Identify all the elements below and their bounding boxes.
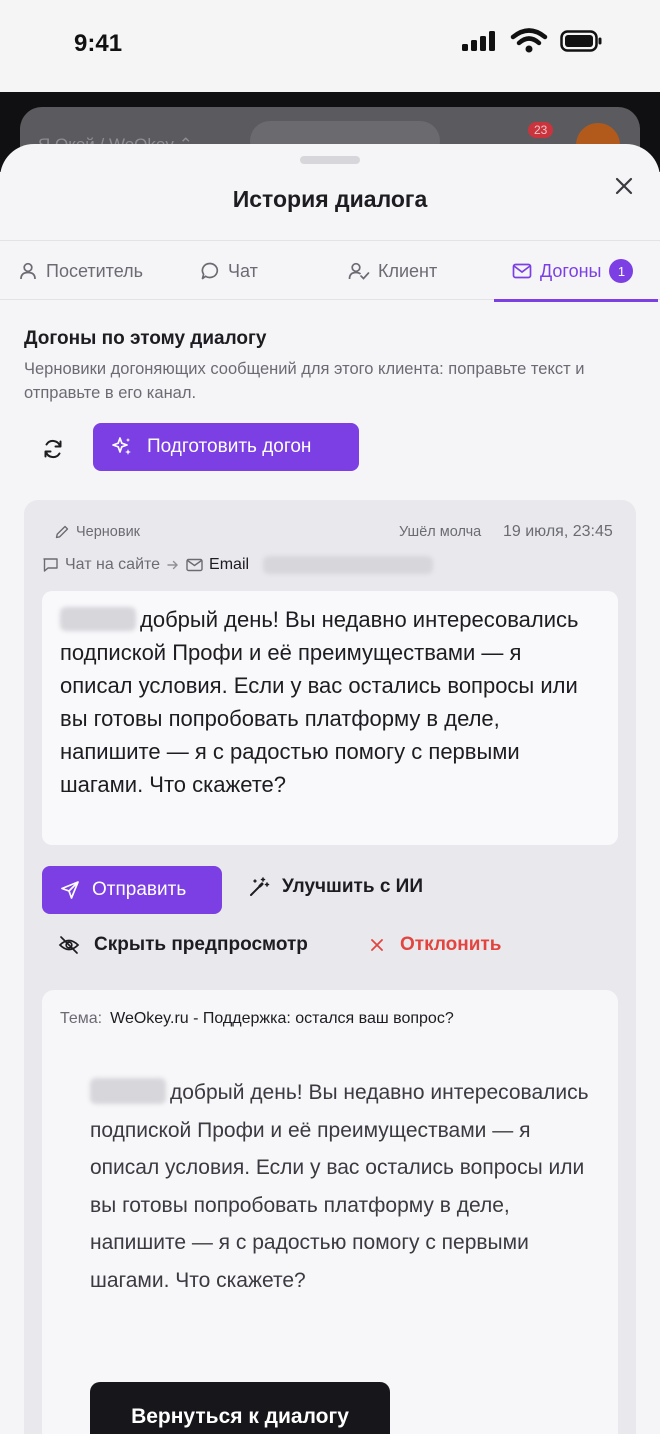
tab-followups[interactable]: Догоны 1: [494, 241, 658, 302]
email-preview: Тема: WeOkey.ru - Поддержка: остался ваш…: [42, 990, 618, 1434]
sparkles-icon: [112, 437, 131, 455]
draft-message-text: добрый день! Вы недавно интересовались п…: [60, 607, 579, 797]
mail-icon: [512, 263, 532, 279]
draft-status-label: Черновик: [76, 524, 141, 540]
sheet-grabber[interactable]: [300, 156, 360, 164]
email-subject-label: Тема:: [60, 1010, 103, 1027]
status-icons: [462, 28, 602, 54]
cellular-signal-icon: [462, 31, 495, 51]
return-to-dialog-button[interactable]: Вернуться к диалогу: [90, 1382, 390, 1434]
hide-preview-button[interactable]: Скрыть предпросмотр: [58, 934, 308, 956]
send-button[interactable]: Отправить: [42, 866, 222, 914]
recipient-email-redacted: [263, 556, 434, 574]
client-name-redacted: [60, 607, 136, 631]
dialog-history-sheet: История диалога Посетитель Чат Клиент До…: [0, 144, 660, 1434]
draft-outcome: Ушёл молча: [399, 524, 482, 540]
tab-visitor[interactable]: Посетитель: [18, 241, 200, 301]
close-icon: [371, 939, 383, 951]
channel-route: Чат на сайте Email: [42, 556, 434, 574]
email-subject-row: Тема: WeOkey.ru - Поддержка: остался ваш…: [60, 1010, 454, 1028]
magic-wand-icon: [250, 877, 270, 896]
email-body-text: добрый день! Вы недавно интересовались п…: [90, 1081, 589, 1292]
improve-with-ai-label: Улучшить с ИИ: [282, 876, 423, 897]
arrow-right-icon: [167, 560, 179, 570]
status-time: 9:41: [74, 30, 123, 57]
send-button-label: Отправить: [92, 879, 187, 900]
chat-square-icon: [43, 558, 58, 572]
reject-button[interactable]: Отклонить: [370, 934, 501, 956]
mail-icon: [186, 558, 203, 572]
hide-preview-label: Скрыть предпросмотр: [94, 934, 308, 955]
tab-client[interactable]: Клиент: [348, 241, 494, 301]
draft-status: Черновик: [54, 524, 140, 540]
eye-off-icon: [58, 936, 80, 954]
battery-icon: [560, 30, 602, 52]
user-check-icon: [348, 262, 370, 280]
channel-to: Email: [209, 556, 250, 573]
user-icon: [20, 262, 36, 280]
reject-button-label: Отклонить: [400, 934, 502, 955]
tab-chat[interactable]: Чат: [200, 241, 348, 301]
draft-date: 19 июля, 23:45: [503, 523, 613, 540]
draft-card: Черновик Ушёл молча 19 июля, 23:45 Чат н…: [24, 500, 636, 1434]
background-notification-badge: 23: [528, 122, 554, 138]
refresh-icon: [44, 439, 62, 459]
close-icon: [615, 177, 633, 195]
wifi-icon: [510, 28, 548, 53]
tab-followups-label: Догоны: [540, 260, 602, 281]
chat-bubble-icon: [201, 262, 219, 280]
status-bar: 9:41: [0, 0, 660, 92]
tab-client-label: Клиент: [378, 260, 438, 281]
sheet-title: История диалога: [232, 186, 428, 212]
prepare-followup-label: Подготовить догон: [147, 436, 312, 457]
improve-with-ai-button[interactable]: Улучшить с ИИ: [248, 876, 423, 898]
email-body: добрый день! Вы недавно интересовались п…: [90, 1074, 590, 1299]
prepare-followup-button[interactable]: Подготовить догон: [93, 423, 359, 471]
refresh-button[interactable]: [38, 434, 68, 464]
pencil-icon: [55, 525, 69, 539]
section-title: Догоны по этому диалогу: [24, 328, 267, 349]
client-name-redacted: [90, 1078, 166, 1104]
tab-followups-count: 1: [609, 259, 634, 283]
section-description: Черновики догоняющих сообщений для этого…: [24, 360, 585, 402]
draft-message-editor[interactable]: добрый день! Вы недавно интересовались п…: [42, 591, 618, 845]
channel-from: Чат на сайте: [65, 556, 161, 573]
tab-chat-label: Чат: [228, 260, 258, 281]
email-subject: WeOkey.ru - Поддержка: остался ваш вопро…: [110, 1010, 454, 1027]
tab-bar: Посетитель Чат Клиент Догоны 1: [0, 240, 660, 302]
return-to-dialog-label: Вернуться к диалогу: [131, 1405, 349, 1428]
close-button[interactable]: [610, 172, 638, 200]
tab-visitor-label: Посетитель: [46, 260, 143, 281]
send-icon: [61, 881, 79, 899]
